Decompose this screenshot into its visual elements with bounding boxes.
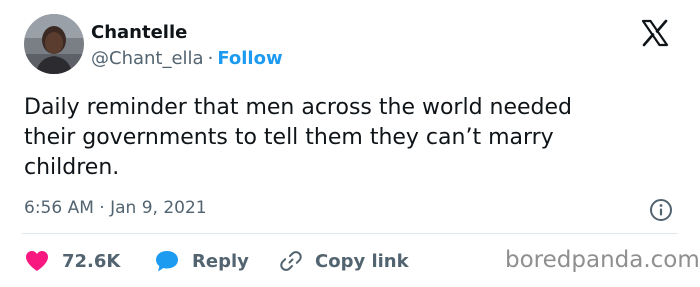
reply-button[interactable]: Reply: [154, 247, 249, 275]
heart-icon: [26, 251, 48, 271]
like-button[interactable]: 72.6K: [24, 247, 120, 275]
speech-bubble-icon: [156, 251, 178, 272]
link-icon: [280, 251, 302, 271]
copy-link-label: Copy link: [315, 250, 409, 272]
reply-label: Reply: [192, 250, 249, 272]
author-name[interactable]: Chantelle: [91, 22, 187, 43]
tweet-text-line: their governments to tell them they can’…: [24, 125, 554, 150]
watermark: boredpanda.com: [505, 247, 700, 273]
divider: [22, 233, 678, 234]
x-logo-icon[interactable]: [640, 18, 670, 48]
tweet-card: Chantelle @Chant_ella · Follow Daily remin…: [0, 0, 700, 287]
author-handle-row: @Chant_ella · Follow: [91, 48, 283, 69]
like-count: 72.6K: [62, 250, 121, 272]
handle-separator: ·: [207, 48, 214, 69]
avatar-photo-icon: [24, 14, 84, 74]
tweet-text-line: children.: [24, 155, 120, 180]
follow-button[interactable]: Follow: [217, 48, 282, 69]
info-icon[interactable]: [649, 198, 673, 222]
copy-link-button[interactable]: Copy link: [279, 247, 409, 275]
tweet-text: Daily reminder that men across the world…: [24, 93, 674, 183]
tweet-text-line: Daily reminder that men across the world…: [24, 95, 573, 120]
tweet-timestamp[interactable]: 6:56 AM · Jan 9, 2021: [24, 198, 207, 218]
author-handle[interactable]: @Chant_ella: [91, 48, 204, 69]
avatar[interactable]: [24, 14, 84, 74]
